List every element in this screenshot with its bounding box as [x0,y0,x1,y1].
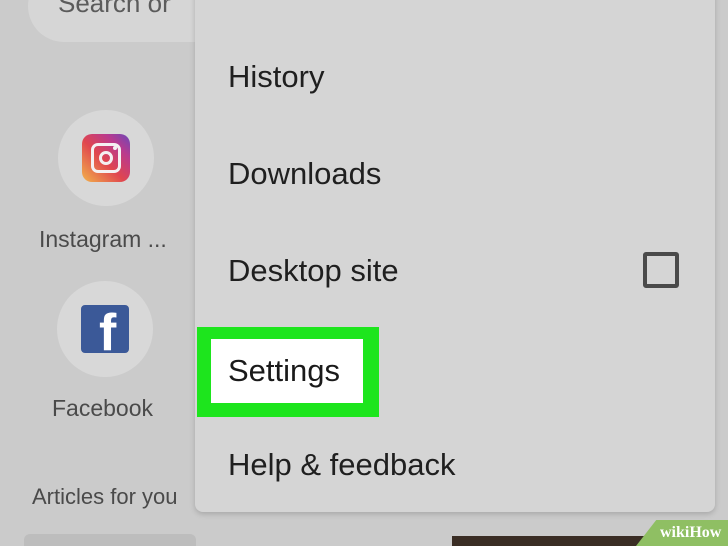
menu-item-downloads[interactable]: Downloads [195,126,715,222]
article-card-edge [24,534,196,546]
articles-section-label: Articles for you [32,484,178,509]
menu-item-help-feedback[interactable]: Help & feedback [195,417,715,513]
wikihow-watermark: wikiHow [636,520,728,546]
menu-item-history[interactable]: History [195,29,715,125]
instagram-icon [82,134,130,182]
menu-item-desktop-site[interactable]: Desktop site [195,223,715,319]
watermark-suffix: How [689,524,722,541]
search-bar-placeholder: Search or [58,0,171,18]
shortcut-label-facebook: Facebook [52,395,154,421]
menu-item-label: Desktop site [228,253,399,288]
facebook-icon: f [81,305,129,353]
settings-label: Settings [228,353,341,388]
menu-item-label: Downloads [228,156,382,191]
settings-button[interactable]: Settings [211,339,363,403]
menu-item-label: History [228,59,325,94]
settings-highlight-box: Settings [197,327,379,417]
shortcut-label-instagram: Instagram ... [39,226,167,252]
watermark-prefix: wiki [660,524,690,541]
desktop-site-checkbox[interactable] [643,252,679,288]
menu-item-label: Help & feedback [228,447,456,482]
overflow-menu: History Downloads Desktop site Help & fe… [195,0,715,512]
